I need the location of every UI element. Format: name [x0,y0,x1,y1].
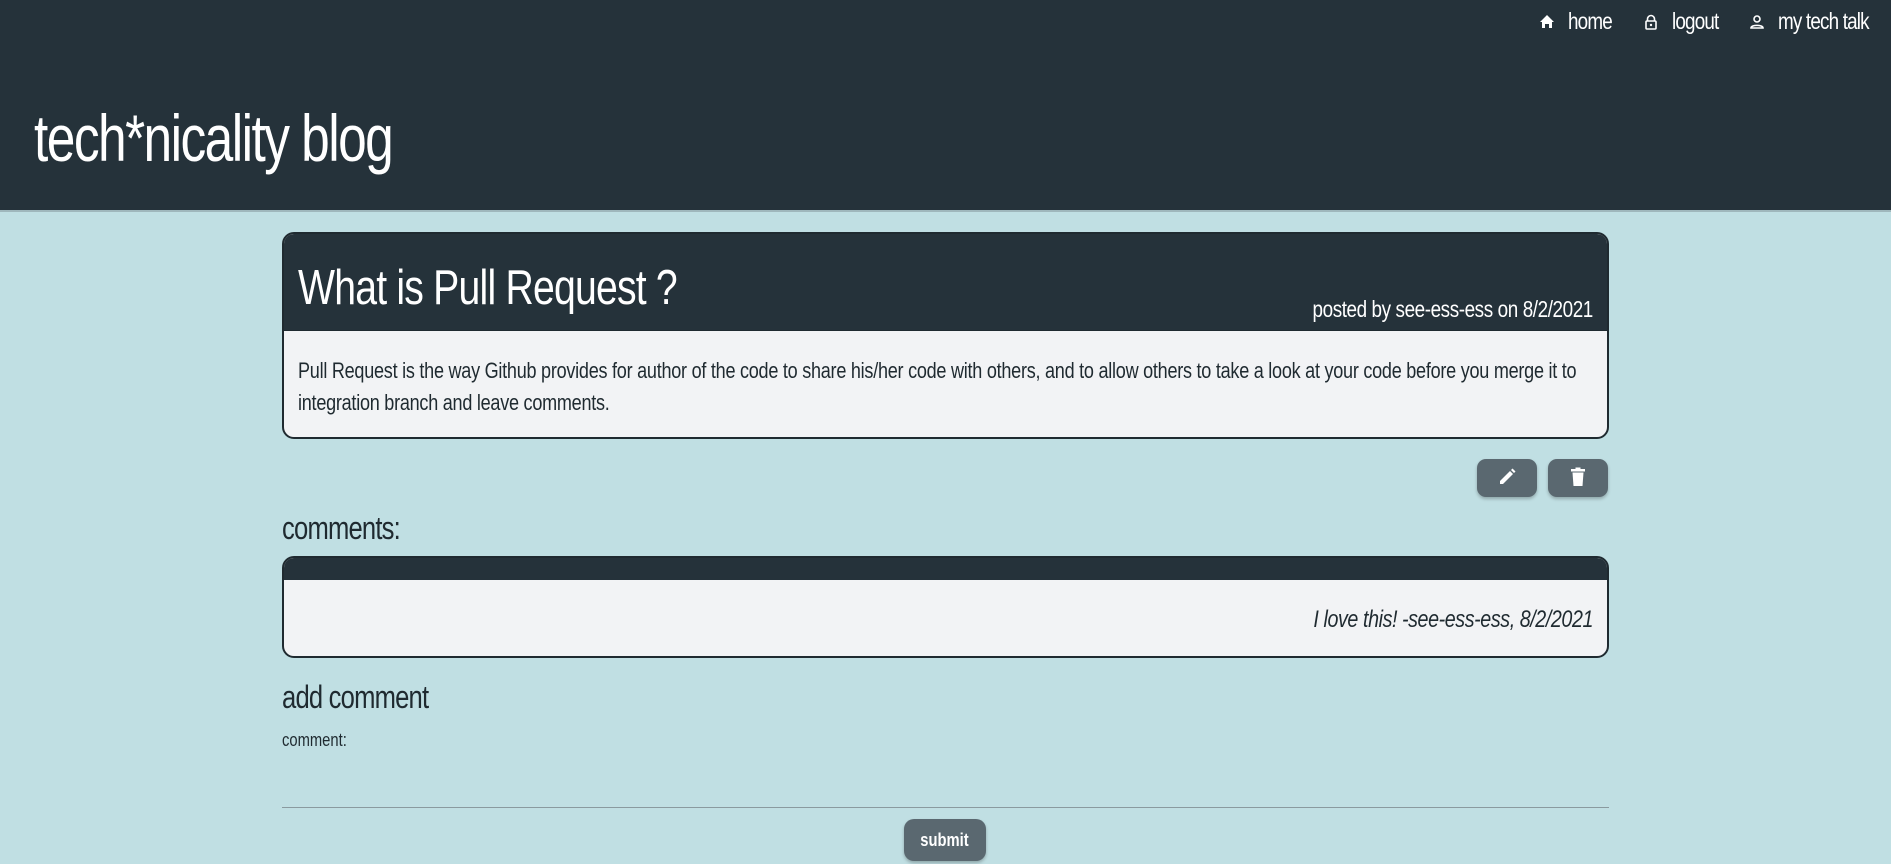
nav-dashboard-label: my tech talk [1778,8,1870,34]
person-icon [1748,13,1766,31]
comment-field-label: comment: [282,730,347,750]
post-body-text: Pull Request is the way Github provides … [298,358,1577,415]
nav-logout-label: logout [1671,8,1719,34]
post-meta-on: on [1497,296,1519,322]
nav-logout[interactable]: logout [1642,8,1723,35]
comment-date: 8/2/2021 [1519,606,1594,633]
post-meta: posted by see-ess-ess on 8/2/2021 [1312,296,1594,323]
post-body: Pull Request is the way Github provides … [284,331,1607,419]
comment-card: I love this! -see-ess-ess, 8/2/2021 [282,556,1609,658]
submit-button-label: submit [920,829,970,850]
site-header: home logout my tech talk tech*nicality b… [0,0,1891,212]
post-author: see-ess-ess [1395,296,1494,322]
post-card: What is Pull Request ? posted by see-ess… [282,232,1609,439]
trash-icon [1569,467,1587,490]
post-date: 8/2/2021 [1522,296,1594,322]
edit-post-button[interactable] [1477,459,1537,497]
comment-text: I love this! -see-ess-ess, 8/2/2021 [1313,606,1593,634]
comments-heading: comments: [282,510,401,546]
comment-header [284,558,1607,580]
nav-dashboard[interactable]: my tech talk [1748,8,1883,35]
delete-post-button[interactable] [1548,459,1608,497]
comment-input[interactable] [282,752,1609,808]
post-meta-prefix: posted by [1312,296,1392,322]
lock-icon [1642,13,1660,31]
post-title: What is Pull Request ? [298,261,678,315]
site-title[interactable]: tech*nicality blog [34,100,394,176]
home-icon [1538,13,1556,31]
pencil-icon [1497,467,1517,490]
top-nav: home logout my tech talk [1538,8,1883,35]
post-header: What is Pull Request ? posted by see-ess… [284,234,1607,331]
nav-home[interactable]: home [1538,8,1616,35]
nav-home-label: home [1568,8,1613,34]
add-comment-heading: add comment [282,679,429,715]
submit-button[interactable]: submit [904,819,986,861]
comment-body: I love this! [1313,606,1398,633]
comment-author: -see-ess-ess, [1401,606,1515,633]
